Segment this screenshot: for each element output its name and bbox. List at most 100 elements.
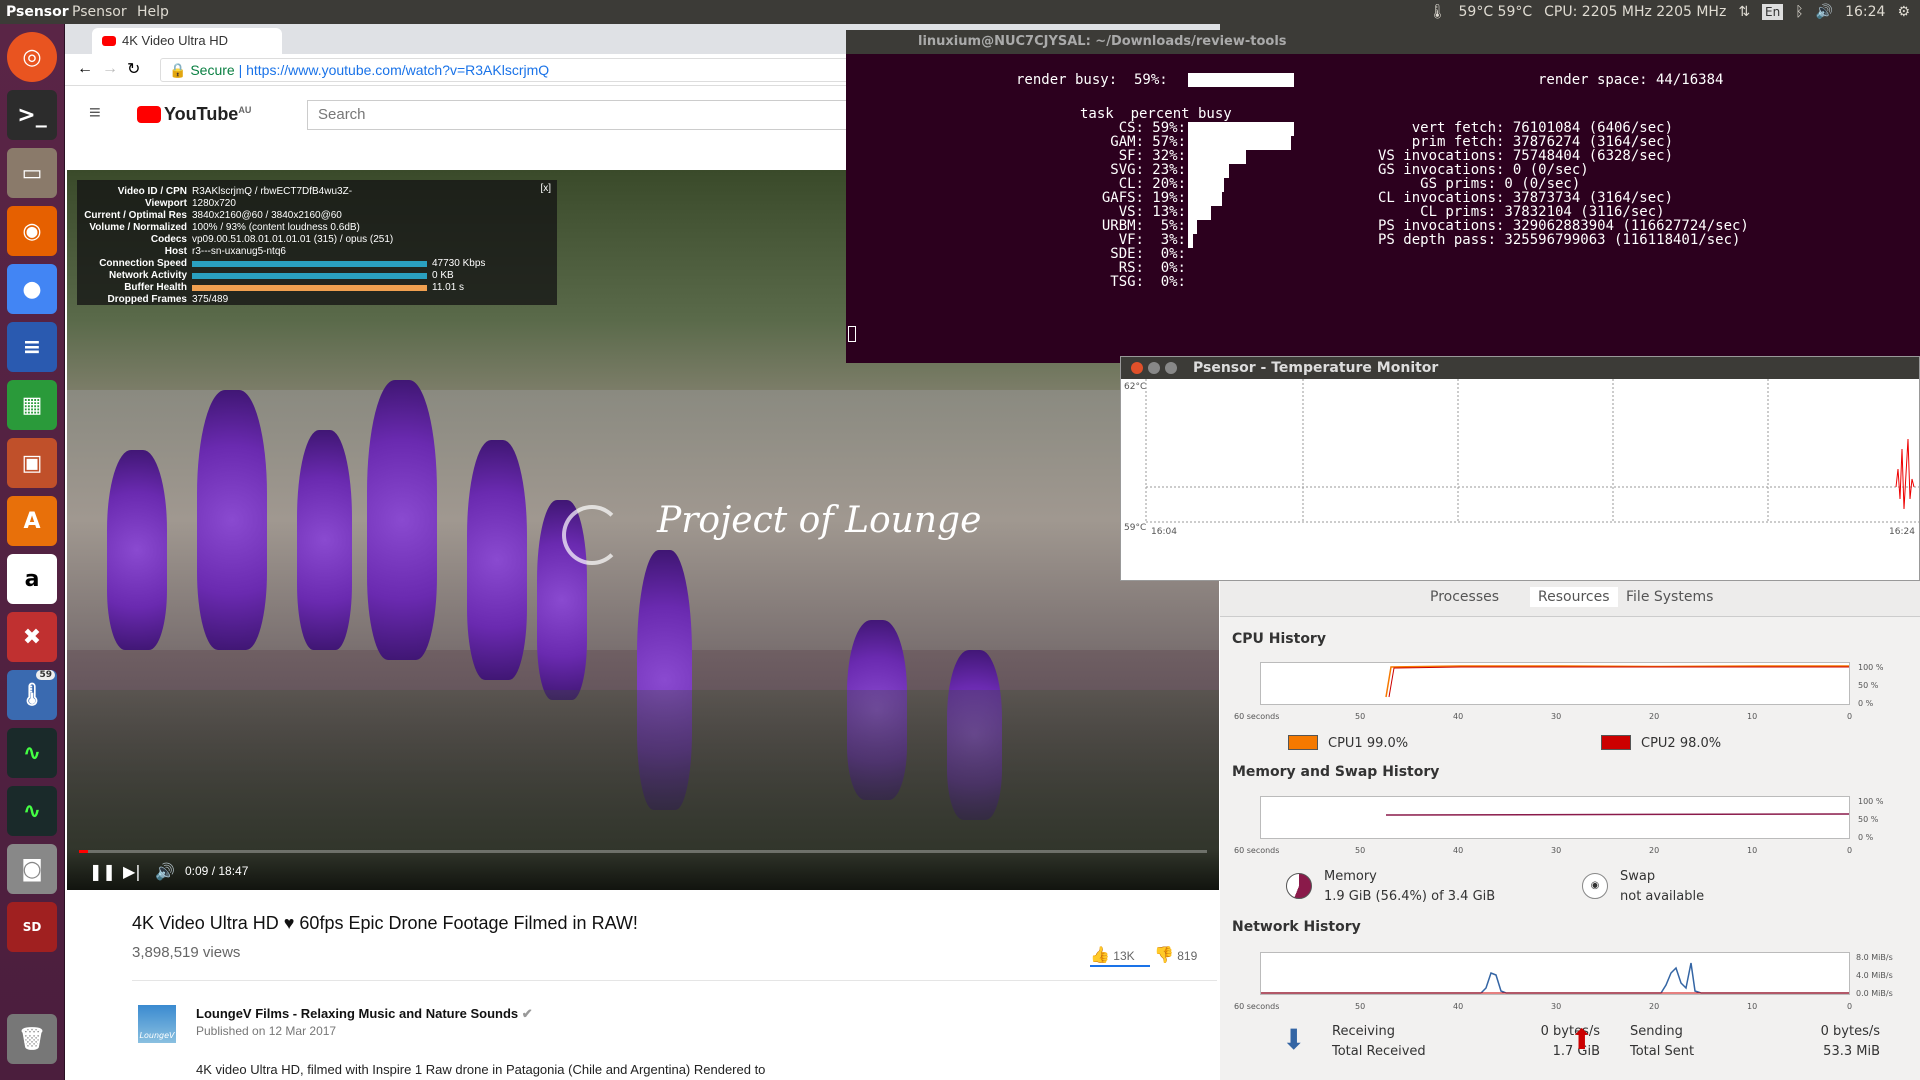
system-monitor-icon[interactable]: ∿ — [7, 728, 57, 778]
stats-row: Viewport 1280x720 — [77, 198, 557, 210]
task-bar — [1188, 150, 1246, 164]
temps-indicator[interactable]: 59°C 59°C — [1459, 0, 1533, 24]
pause-icon[interactable]: ❚❚ — [89, 862, 116, 881]
cpu-graph — [1260, 662, 1850, 705]
maximize-icon[interactable] — [1165, 362, 1177, 374]
like-count[interactable]: 13K — [1113, 949, 1134, 963]
cpu1-label: CPU1 99.0% — [1328, 736, 1409, 751]
stats-value: 0 KB — [432, 270, 454, 281]
cpu-x-label-30: 30 — [1551, 712, 1562, 721]
stats-row: Current / Optimal Res 3840x2160@60 / 3840… — [77, 210, 557, 222]
writer-icon[interactable]: ≡ — [7, 322, 57, 372]
settings-icon[interactable]: ✖ — [7, 612, 57, 662]
clock[interactable]: 16:24 — [1845, 0, 1885, 24]
terminal-window[interactable]: linuxium@NUC7CJYSAL: ~/Downloads/review-… — [846, 30, 1920, 363]
watermark-text: Project of Lounge — [657, 500, 982, 541]
thumbs-up-icon[interactable]: 👍 — [1090, 947, 1110, 964]
files-icon[interactable]: ▭ — [7, 148, 57, 198]
volume-icon[interactable]: 🔊 — [1816, 0, 1833, 24]
tab-title: 4K Video Ultra HD — [122, 33, 228, 48]
progress-bar[interactable] — [79, 850, 1207, 853]
forward-icon[interactable]: → — [102, 60, 118, 78]
divider — [132, 980, 1217, 981]
cpu2-color-swatch[interactable] — [1601, 735, 1631, 750]
menu-psensor[interactable]: Psensor — [72, 0, 127, 24]
youtube-logo[interactable]: YouTubeAU — [137, 104, 251, 125]
cpu1-color-swatch[interactable] — [1288, 735, 1318, 750]
task-bar — [1188, 192, 1223, 206]
cpu-x-label-60: 60 seconds — [1234, 712, 1280, 721]
like-bar — [1090, 965, 1150, 967]
net-y-label-0: 0.0 MiB/s — [1856, 989, 1893, 998]
next-icon[interactable]: ▶| — [123, 862, 141, 881]
system-monitor-icon-2[interactable]: ∿ — [7, 786, 57, 836]
bluetooth-icon[interactable]: ᛒ — [1795, 0, 1803, 24]
tab-file-systems[interactable]: File Systems — [1626, 589, 1713, 605]
video-description: 4K video Ultra HD, filmed with Inspire 1… — [196, 1062, 766, 1077]
top-panel: Psensor Psensor Help 🌡 59°C 59°C CPU: 22… — [0, 0, 1920, 24]
dislike-count[interactable]: 819 — [1177, 949, 1197, 963]
tab-processes[interactable]: Processes — [1430, 589, 1499, 605]
lupine-flower — [107, 450, 167, 650]
launcher-badge: 59 — [36, 670, 55, 680]
trash-icon[interactable]: 🗑 — [7, 1014, 57, 1064]
back-icon[interactable]: ← — [77, 60, 93, 78]
camera-icon[interactable]: ◙ — [7, 844, 57, 894]
stats-key: Current / Optimal Res — [84, 210, 187, 221]
psensor-window[interactable]: Psensor - Temperature Monitor 62°C 59°C … — [1120, 356, 1920, 581]
stats-key: Dropped Frames — [107, 294, 187, 305]
browser-tab[interactable]: 4K Video Ultra HD — [92, 28, 282, 54]
channel-name[interactable]: LoungeV Films - Relaxing Music and Natur… — [196, 1006, 533, 1022]
chrome-icon[interactable]: ● — [7, 264, 57, 314]
cpu-freq-indicator[interactable]: CPU: 2205 MHz 2205 MHz — [1544, 0, 1726, 24]
lupine-flower — [197, 390, 267, 650]
close-icon[interactable] — [1131, 362, 1143, 374]
amazon-icon[interactable]: a — [7, 554, 57, 604]
software-center-icon[interactable]: A — [7, 496, 57, 546]
network-icon[interactable]: ⇅ — [1738, 0, 1750, 24]
channel-avatar[interactable]: LoungeV — [138, 1005, 176, 1043]
terminal-title: linuxium@NUC7CJYSAL: ~/Downloads/review-… — [846, 30, 1920, 54]
ubuntu-icon[interactable]: ◎ — [7, 32, 57, 82]
lupine-flower — [297, 430, 352, 650]
menu-help[interactable]: Help — [137, 0, 169, 24]
search-input[interactable]: Search — [307, 100, 867, 130]
mem-y-label-50: 50 % — [1858, 815, 1879, 824]
mem-x-label-10: 10 — [1747, 846, 1758, 855]
player-controls: ❚❚ ▶| 🔊 0:09 / 18:47 — [67, 850, 1219, 890]
task-bar — [1188, 136, 1291, 150]
tab-resources[interactable]: Resources — [1530, 587, 1618, 607]
thermometer-icon[interactable]: 🌡 — [1429, 0, 1447, 24]
lupine-flower — [467, 440, 527, 680]
stats-bar — [192, 273, 427, 279]
url-text: https://www.youtube.com/watch?v=R3AKlscr… — [246, 62, 550, 78]
receiving-arrow-icon: ⬇ — [1282, 1023, 1306, 1056]
terminal-cursor — [848, 326, 856, 342]
task-bar — [1188, 122, 1295, 136]
firefox-icon[interactable]: ◉ — [7, 206, 57, 256]
impress-icon[interactable]: ▣ — [7, 438, 57, 488]
progress-fill — [79, 850, 89, 853]
system-monitor-window[interactable]: Processes Resources File Systems CPU His… — [1220, 581, 1920, 1080]
channel-name-text: LoungeV Films - Relaxing Music and Natur… — [196, 1006, 519, 1021]
hamburger-menu-icon[interactable]: ≡ — [89, 102, 101, 125]
keyboard-lang[interactable]: En — [1762, 4, 1784, 20]
net-x-label-0: 0 — [1847, 1002, 1853, 1011]
sd-card-icon[interactable]: SD — [7, 902, 57, 952]
calc-icon[interactable]: ▦ — [7, 380, 57, 430]
stats-bar — [192, 285, 427, 291]
terminal-icon[interactable]: >_ — [7, 90, 57, 140]
task-bar — [1188, 220, 1197, 234]
render-space: render space: 44/16384 — [1538, 72, 1724, 88]
net-x-label-60: 60 seconds — [1234, 1002, 1280, 1011]
reload-icon[interactable]: ↻ — [127, 59, 140, 79]
stats-key: Codecs — [150, 234, 187, 245]
power-icon[interactable]: ⚙ — [1897, 0, 1910, 24]
net-x-label-40: 40 — [1453, 1002, 1464, 1011]
volume-icon[interactable]: 🔊 — [155, 862, 175, 881]
minimize-icon[interactable] — [1148, 362, 1160, 374]
thermometer-icon[interactable]: 🌡 59 — [7, 670, 57, 720]
mem-x-label-0: 0 — [1847, 846, 1853, 855]
mem-x-label-30: 30 — [1551, 846, 1562, 855]
thumbs-down-icon[interactable]: 👎 — [1154, 947, 1174, 964]
